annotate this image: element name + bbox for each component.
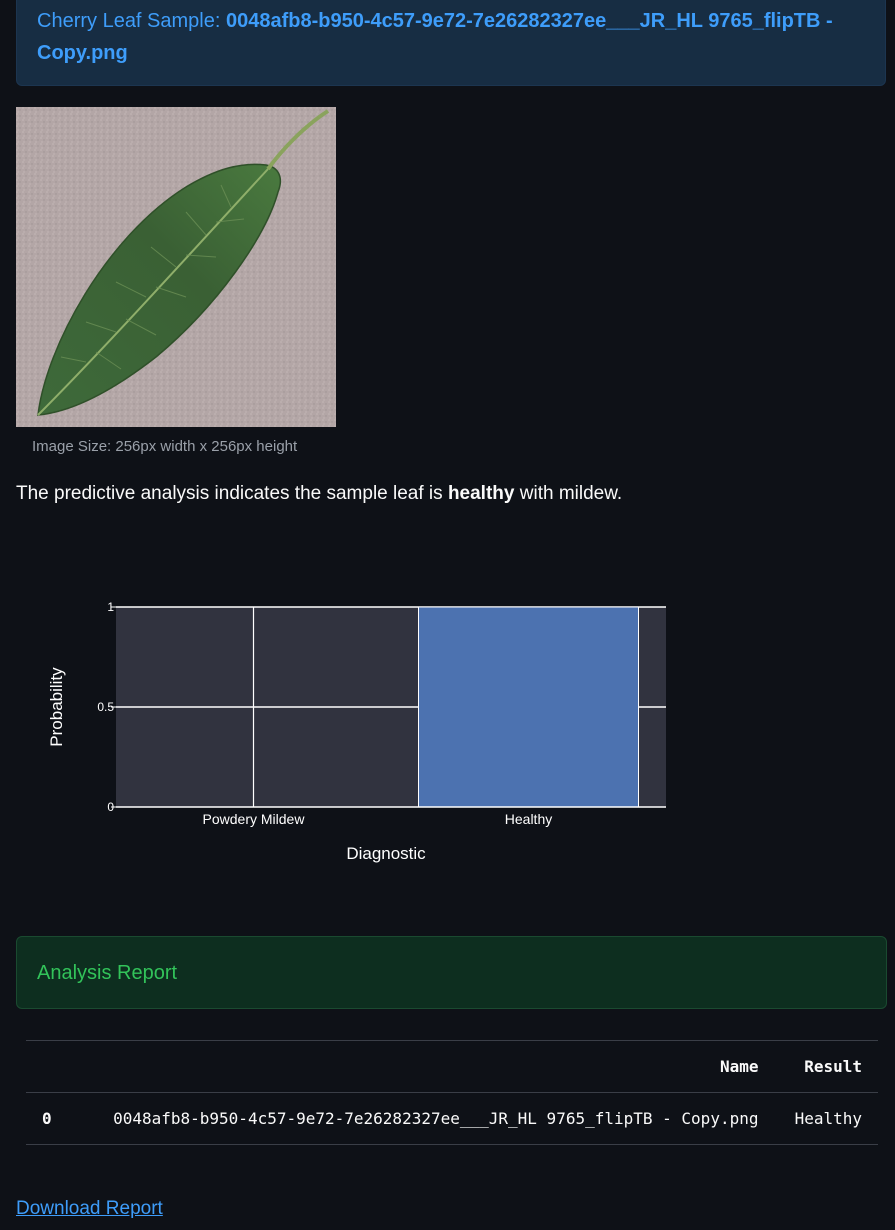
y-tick-label: 0.5 [97, 700, 114, 714]
row-result: Healthy [774, 1092, 878, 1145]
statement-emphasis: healthy [447, 483, 515, 504]
header-name: Name [69, 1040, 775, 1093]
row-name: 0048afb8-b950-4c57-9e72-7e26282327ee___J… [69, 1092, 775, 1145]
x-tick-label: Powdery Mildew [203, 811, 306, 827]
chart-svg: 0 0.5 1 Powdery Mildew Healthy Diagnostic Prob… [47, 600, 666, 863]
download-report-link[interactable]: Download Report [16, 1198, 163, 1220]
header-index [26, 1040, 70, 1093]
report-table: Name Result 0 0048afb8-b950-4c57-9e72-7e… [26, 1040, 878, 1145]
y-axis-title: Probability [47, 667, 66, 747]
prediction-statement: The predictive analysis indicates the sa… [16, 483, 622, 505]
y-tick-label: 1 [107, 600, 114, 614]
x-axis-title: Diagnostic [346, 844, 426, 863]
leaf-image [16, 107, 336, 427]
x-tick-label: Healthy [505, 811, 552, 827]
y-tick-label: 0 [107, 800, 114, 814]
row-index: 0 [26, 1092, 70, 1145]
image-caption: Image Size: 256px width x 256px height [32, 438, 298, 455]
sample-info-box: Cherry Leaf Sample: 0048afb8-b950-4c57-9… [16, 0, 886, 86]
statement-text: The predictive analysis indicates the sa… [16, 483, 448, 504]
analysis-report-title: Analysis Report [37, 962, 178, 984]
bar-healthy [418, 606, 639, 808]
statement-suffix: with mildew. [514, 483, 623, 504]
analysis-report-banner: Analysis Report [16, 936, 887, 1009]
table-header-row: Name Result [26, 1040, 878, 1093]
probability-chart: 0 0.5 1 Powdery Mildew Healthy Diagnostic Prob… [30, 585, 680, 880]
table-row: 0 0048afb8-b950-4c57-9e72-7e26282327ee__… [26, 1092, 878, 1145]
header-result: Result [774, 1040, 878, 1093]
sample-prefix: Cherry Leaf Sample: [37, 10, 221, 32]
